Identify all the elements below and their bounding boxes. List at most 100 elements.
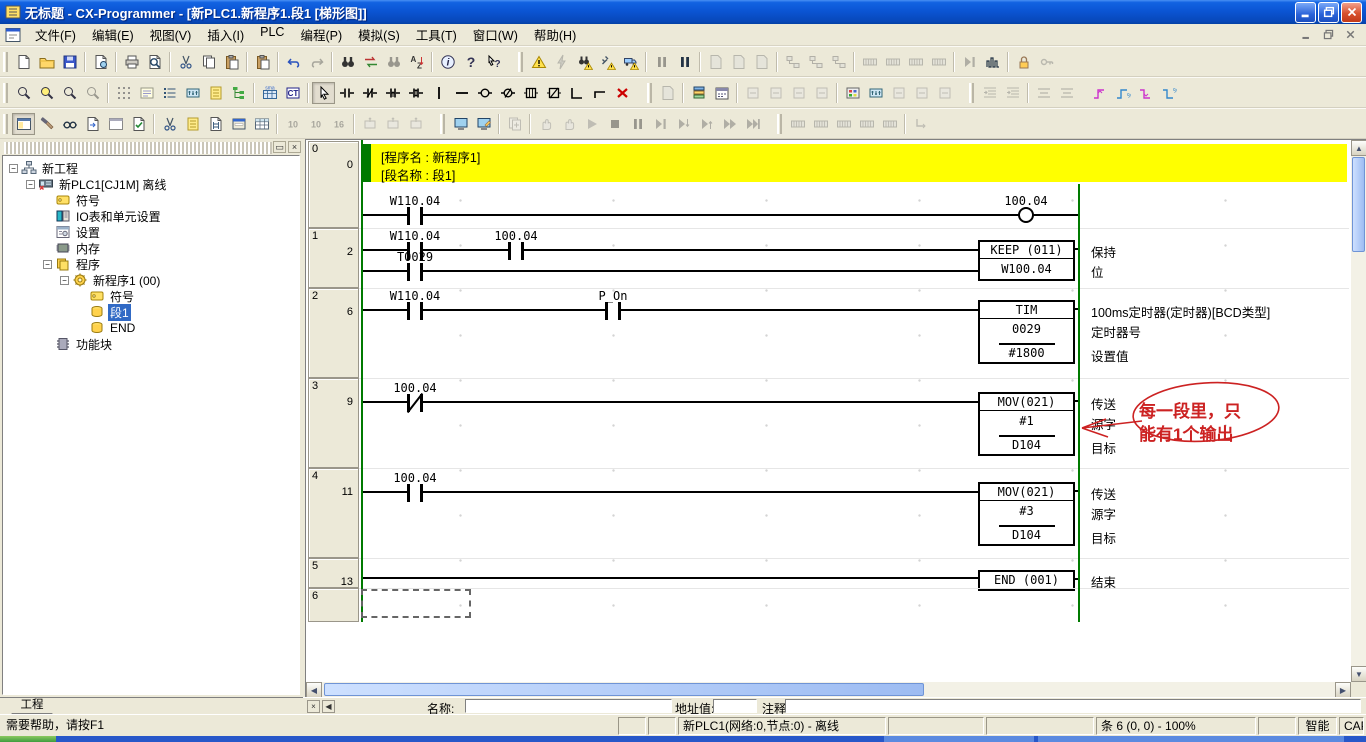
tree-item-project[interactable]: −新工程 — [3, 160, 299, 176]
find-next-button[interactable] — [382, 51, 405, 73]
new-closed-instruction-button[interactable] — [542, 82, 565, 104]
instruction-palette-button[interactable] — [841, 82, 864, 104]
output-window-button[interactable] — [35, 113, 58, 135]
sort-symbols-button[interactable]: AZ — [405, 51, 428, 73]
io-comment-button[interactable] — [181, 82, 204, 104]
monitor-rack-a-button[interactable] — [858, 51, 881, 73]
select-tool-button[interactable] — [312, 82, 335, 104]
tree-item-programs[interactable]: −程序 — [3, 256, 299, 272]
monitor-signed-decimal-button[interactable]: 10 — [304, 113, 327, 135]
align-bottom-button[interactable] — [1055, 82, 1078, 104]
statement-list-button[interactable] — [158, 82, 181, 104]
watchbar-close-button[interactable]: × — [307, 700, 320, 713]
quick-transfer-check-button[interactable] — [619, 51, 642, 73]
differential-monitor-button[interactable] — [503, 113, 526, 135]
line-delete-mode-button[interactable] — [611, 82, 634, 104]
sim-stop-button[interactable] — [603, 113, 626, 135]
menu-view[interactable]: 视图(V) — [142, 23, 200, 46]
mnemonic-view-button[interactable]: sma — [258, 82, 281, 104]
release-password-button[interactable] — [1035, 51, 1058, 73]
menu-insert[interactable]: 插入(I) — [199, 23, 252, 46]
online-edit-check-button[interactable] — [596, 51, 619, 73]
address-reference-tool-button[interactable] — [158, 113, 181, 135]
mdi-minimize-button[interactable] — [1298, 28, 1314, 42]
new-coil-button[interactable] — [473, 82, 496, 104]
mdi-close-button[interactable] — [1342, 28, 1358, 42]
step-mode-button[interactable] — [958, 51, 981, 73]
monitor-rack-c-button[interactable] — [904, 51, 927, 73]
tree-item-settings[interactable]: 设置 — [3, 224, 299, 240]
dialog-view-button[interactable] — [227, 113, 250, 135]
toolbar-grip[interactable] — [3, 114, 8, 134]
tree-expander-programs[interactable]: − — [43, 260, 52, 269]
indent-right-button[interactable] — [1001, 82, 1024, 104]
rung-header-2[interactable]: 26 — [308, 288, 359, 378]
memory-view-button[interactable] — [250, 113, 273, 135]
edit-comment-button[interactable] — [910, 82, 933, 104]
symbol-table-button[interactable] — [181, 113, 204, 135]
pause-release-button[interactable] — [557, 113, 580, 135]
work-online-button[interactable] — [781, 51, 804, 73]
diff-down-button[interactable] — [1134, 82, 1157, 104]
watchbar-collapse-button[interactable]: ◀ — [322, 700, 335, 713]
new-or-contact-button[interactable] — [381, 82, 404, 104]
rung-header-5[interactable]: 513 — [308, 558, 359, 588]
help-button[interactable]: ? — [459, 51, 482, 73]
menu-help[interactable]: 帮助(H) — [526, 23, 584, 46]
sim-run-button[interactable] — [580, 113, 603, 135]
instruction-block[interactable]: KEEP (011)W100.04 — [978, 240, 1075, 281]
step-run-button[interactable] — [649, 113, 672, 135]
tree-item-end[interactable]: END — [3, 320, 299, 336]
info-button[interactable]: i — [436, 51, 459, 73]
online-edit-button[interactable] — [804, 51, 827, 73]
menu-tools[interactable]: 工具(T) — [408, 23, 465, 46]
zoom-tool-button[interactable] — [12, 82, 35, 104]
watch-io-button[interactable] — [864, 82, 887, 104]
tree-expander-plc1[interactable]: − — [26, 180, 35, 189]
comment-field[interactable] — [785, 699, 1361, 713]
rung-comment-button[interactable] — [135, 82, 158, 104]
mdi-restore-button[interactable] — [1320, 28, 1336, 42]
compile-program-check-button[interactable] — [527, 51, 550, 73]
tab-project[interactable]: 工程 — [4, 698, 60, 714]
toolbar-grip[interactable] — [3, 52, 8, 72]
rung-header-1[interactable]: 12 — [308, 228, 359, 288]
tree-expander-project[interactable]: − — [9, 164, 18, 173]
page-setup-button[interactable] — [89, 51, 112, 73]
taskbar-task-2[interactable] — [1038, 736, 1344, 742]
find-button[interactable] — [336, 51, 359, 73]
watch-window-button[interactable] — [58, 113, 81, 135]
simulator-edit-button[interactable] — [472, 113, 495, 135]
continuous-step-button[interactable] — [718, 113, 741, 135]
new-contact-button[interactable] — [335, 82, 358, 104]
taskbar-task-1[interactable] — [884, 736, 1034, 742]
new-closed-contact-button[interactable] — [358, 82, 381, 104]
vertical-scrollbar[interactable]: ▲ ▼ — [1351, 140, 1366, 682]
tree-item-function-blocks[interactable]: 功能块 — [3, 336, 299, 352]
step-out-button[interactable] — [695, 113, 718, 135]
ct-view-button[interactable]: CT — [281, 82, 304, 104]
workspace-drag-grip[interactable] — [4, 142, 272, 154]
pause-monitor-a-button[interactable] — [650, 51, 673, 73]
transfer-to-plc-button[interactable] — [704, 51, 727, 73]
redo-button[interactable] — [305, 51, 328, 73]
horizontal-scrollbar[interactable]: ◀ ▶ — [306, 682, 1351, 698]
breakpoint-list-button[interactable] — [855, 113, 878, 135]
diff-up-immediate-button[interactable]: % — [1111, 82, 1134, 104]
tree-expander-program1[interactable]: − — [60, 276, 69, 285]
simulator-online-button[interactable] — [449, 113, 472, 135]
menu-simulation[interactable]: 模拟(S) — [350, 23, 408, 46]
pause-hold-button[interactable] — [534, 113, 557, 135]
undo-button[interactable] — [282, 51, 305, 73]
new-instruction-button[interactable] — [519, 82, 542, 104]
sim-pause-button[interactable] — [626, 113, 649, 135]
compare-with-plc-button[interactable] — [750, 51, 773, 73]
tree-item-io-table[interactable]: IO表和单元设置 — [3, 208, 299, 224]
new-horizontal-button[interactable] — [450, 82, 473, 104]
paste-button[interactable] — [220, 51, 243, 73]
insert-rung-above-button[interactable] — [741, 82, 764, 104]
tree-item-memory[interactable]: 内存 — [3, 240, 299, 256]
diff-up-button[interactable] — [1088, 82, 1111, 104]
paste-attributes-button[interactable] — [251, 51, 274, 73]
compile-all-programs-button[interactable] — [550, 51, 573, 73]
